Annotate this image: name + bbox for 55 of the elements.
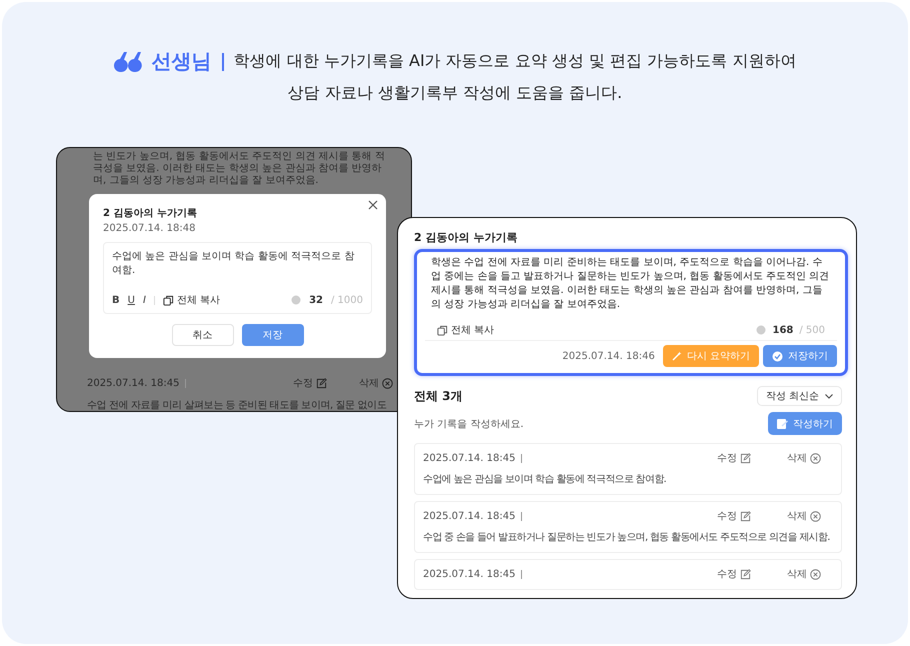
edit-icon	[740, 510, 751, 522]
sort-dropdown[interactable]: 작성 최신순	[756, 386, 842, 406]
quote-icon	[114, 52, 142, 72]
delete-icon	[810, 510, 821, 522]
record-date: 2025.07.14. 18:45	[423, 452, 516, 464]
record-text: 는 빈도가 높으며, 협동 활동에서도 주도적인 의견 제시를 통해 적극성을 보였음. 이러한 태도는 학생의 높은 관심과 참여를 반영하며, 그들의 성장 가능성과 리더십을 잘 보여주었음.	[92, 150, 386, 187]
record-date: 2025.07.14. 18:45	[423, 510, 516, 522]
record-input[interactable]: 수업에 높은 관심을 보이며 학습 활동에 적극적으로 참여함. B U I 전체 복사 32 / 1000	[103, 242, 372, 314]
total-count: 전체 3개	[414, 388, 463, 404]
cancel-button[interactable]: 취소	[172, 324, 234, 346]
copy-icon	[162, 294, 174, 306]
progress-circle-icon	[291, 295, 302, 305]
record-title: 2 김동아의 누가기록	[414, 230, 518, 245]
copy-icon	[437, 324, 448, 336]
underline-format-button[interactable]: U	[128, 294, 135, 306]
modal-title: 2 김동아의 누가기록	[103, 207, 198, 220]
save-icon	[772, 350, 783, 362]
character-count: 32	[309, 294, 323, 306]
edit-button[interactable]: 수정	[717, 451, 751, 465]
copy-all-button[interactable]: 전체 복사	[162, 293, 220, 307]
character-limit: / 1000	[331, 294, 363, 306]
delete-button[interactable]: 삭제	[787, 451, 821, 465]
delete-icon	[810, 452, 821, 464]
progress-circle-icon	[756, 325, 766, 335]
note-icon	[777, 418, 788, 428]
speaker-label: 선생님	[152, 48, 212, 75]
modal-date: 2025.07.14. 18:48	[103, 223, 196, 234]
chevron-down-icon	[825, 394, 833, 398]
record-text: 수업 전에 자료를 미리 살펴보는 등 준비된 태도를 보이며, 질문 없이도	[87, 399, 386, 411]
description-text: 상담 자료나 생활기록부 작성에 도움을 줍니다.	[288, 83, 622, 104]
delete-button[interactable]: 삭제	[787, 567, 821, 581]
edit-button[interactable]: 수정	[717, 509, 751, 523]
edit-icon	[740, 568, 751, 580]
edit-icon	[740, 452, 751, 464]
bold-format-button[interactable]: B	[112, 294, 120, 306]
edit-button[interactable]: 수정	[717, 567, 751, 581]
edit-icon	[316, 378, 327, 388]
hint-text: 누가 기록을 작성하세요.	[414, 418, 524, 430]
record-text: 수업 중 손을 들어 발표하거나 질문하는 빈도가 높으며, 협동 활동에서도 주도적으로 의견을 제시함.	[423, 531, 830, 544]
record-date: 2025.07.14. 18:45	[423, 568, 516, 580]
delete-icon	[382, 378, 393, 388]
summary-date: 2025.07.14. 18:46	[562, 350, 655, 362]
description-text: 학생에 대한 누가기록을 AI가 자동으로 요약 생성 및 편집 가능하도록 지원하여	[234, 51, 796, 72]
record-date: 2025.07.14. 18:45	[87, 378, 180, 388]
delete-icon	[810, 568, 821, 580]
summary-editor[interactable]	[414, 249, 848, 376]
italic-format-button[interactable]: I	[142, 294, 146, 306]
summary-text: 학생은 수업 전에 자료를 미리 준비하는 태도를 보이며, 주도적으로 학습을 이어나감. 수업 중에는 손을 들고 발표하거나 질문하는 빈도가 높으며, 협동 활동에서도 주도적인 의견 제시를 통해 적극성을 보였음. 이러한 태도는 학생의 높은 관심과 참여를 반영하며, 그들의 성장 가능성과 리더십을 잘 보여주었음.	[430, 256, 830, 312]
record-text: 수업에 높은 관심을 보이며 학습 활동에 적극적으로 참여함.	[423, 473, 666, 486]
character-limit: / 500	[799, 324, 825, 336]
wand-icon	[672, 351, 682, 361]
delete-button[interactable]: 삭제	[787, 509, 821, 523]
copy-all-button[interactable]: 전체 복사	[437, 323, 494, 337]
character-count: 168	[772, 324, 794, 336]
close-icon[interactable]	[368, 200, 378, 210]
